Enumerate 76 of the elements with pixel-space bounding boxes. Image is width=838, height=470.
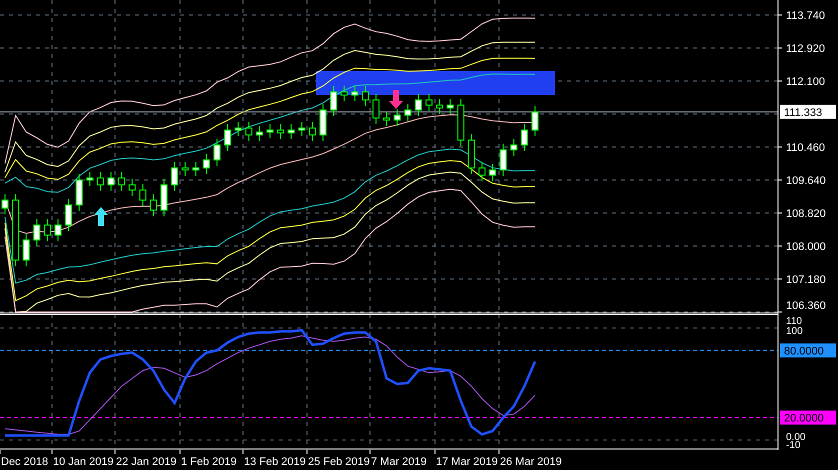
price-label: 110.460 — [786, 142, 825, 154]
candlestick — [426, 93, 432, 112]
candlestick — [330, 85, 338, 116]
current-price-label: 111.333 — [780, 104, 836, 119]
candlestick — [266, 124, 274, 139]
candlestick — [182, 161, 189, 176]
price-label: 106.360 — [786, 300, 826, 312]
date-label: 7 Mar 2019 — [371, 456, 427, 468]
candlestick — [234, 122, 242, 137]
candlestick — [520, 124, 528, 152]
candlestick — [150, 194, 157, 217]
date-label: 22 Jan 2019 — [116, 456, 177, 468]
candlestick — [33, 218, 40, 246]
candlestick — [478, 161, 486, 182]
candlestick — [2, 194, 8, 215]
up-arrow-icon — [94, 207, 108, 226]
candlestick — [256, 126, 263, 142]
scale-label: 100 — [786, 326, 803, 337]
candlestick — [214, 138, 220, 166]
candlestick — [383, 112, 390, 127]
candlestick — [96, 171, 104, 192]
candlestick — [118, 171, 126, 192]
candlestick — [362, 85, 369, 106]
price-label: 108.000 — [786, 241, 826, 253]
price-label: 112.100 — [786, 76, 825, 88]
date-label: 25 Feb 2019 — [308, 456, 370, 468]
candlestick — [245, 122, 252, 142]
candlestick — [22, 233, 30, 267]
candlestick — [468, 134, 475, 174]
level-label: 20.0000 — [780, 410, 836, 425]
candlestick — [308, 122, 316, 142]
candlestick — [500, 143, 507, 176]
scale-label: 110 — [786, 316, 802, 327]
candlestick — [510, 138, 518, 156]
candlestick — [202, 153, 210, 174]
date-label: 26 Mar 2019 — [500, 456, 562, 468]
candlestick — [414, 93, 422, 116]
price-label: 113.740 — [786, 10, 825, 22]
level-label: 80.0000 — [780, 343, 836, 358]
candlestick — [192, 161, 200, 176]
candlestick — [288, 124, 295, 140]
date-label: 13 Feb 2019 — [244, 456, 306, 468]
price-label: 112.920 — [786, 43, 825, 55]
candlestick — [298, 122, 306, 137]
candlestick — [44, 218, 51, 242]
candlestick — [532, 105, 538, 137]
candlestick — [489, 163, 496, 182]
scale-label: -10 — [786, 440, 800, 450]
date-label: 1 Feb 2019 — [181, 456, 237, 468]
candlestick — [340, 85, 348, 102]
candlestick — [86, 171, 94, 187]
candlestick — [436, 98, 444, 114]
candlestick — [446, 98, 454, 114]
candlestick — [224, 124, 232, 152]
candlestick — [139, 184, 146, 207]
candlestick — [171, 161, 178, 192]
candlestick — [351, 85, 358, 102]
candlestick — [394, 108, 401, 127]
candlestick — [277, 124, 284, 140]
date-label: 17 Mar 2019 — [436, 456, 498, 468]
date-label: Dec 2018 — [1, 456, 48, 468]
price-label: 107.180 — [786, 274, 826, 286]
date-label: 10 Jan 2019 — [53, 456, 114, 468]
candlestick — [404, 103, 412, 122]
price-label: 108.820 — [786, 208, 826, 220]
candlestick — [160, 178, 168, 217]
candlestick — [65, 198, 72, 232]
down-arrow-icon — [389, 90, 403, 109]
candlestick — [372, 93, 380, 125]
candlestick — [54, 218, 62, 242]
candlestick — [457, 98, 464, 147]
candlestick — [128, 178, 136, 197]
candlestick — [320, 103, 326, 142]
price-label: 109.640 — [786, 175, 826, 187]
candlestick — [108, 171, 114, 192]
candlestick — [76, 173, 83, 212]
